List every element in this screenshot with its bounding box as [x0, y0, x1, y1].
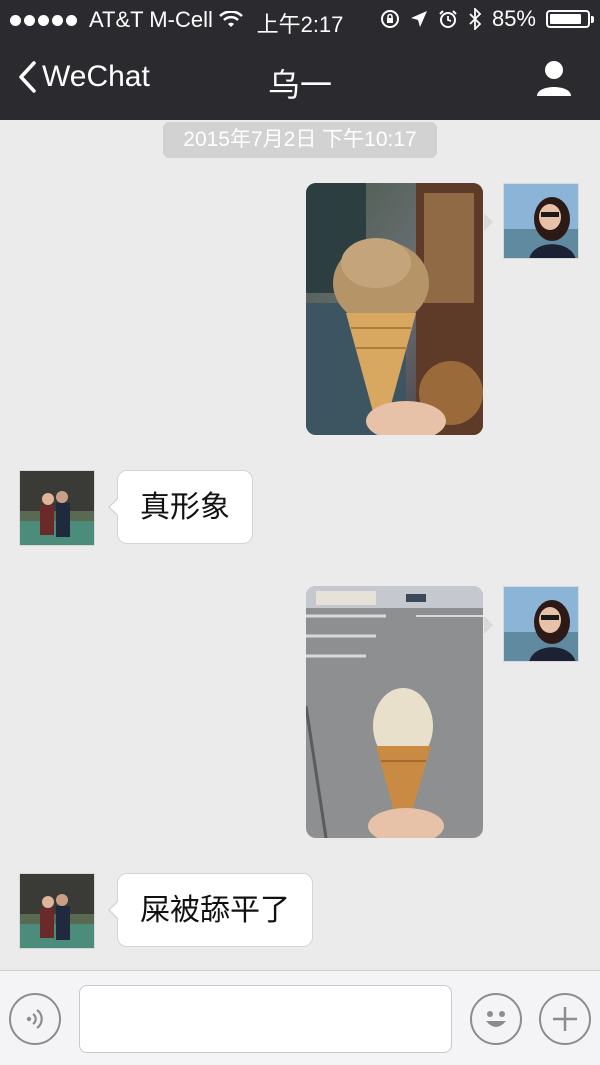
input-bar — [0, 970, 600, 1065]
bubble-tail — [484, 213, 493, 231]
navigation-bar: WeChat 乌一 — [0, 40, 600, 120]
avatar-photo — [504, 184, 578, 258]
person-icon[interactable] — [534, 58, 574, 98]
status-right: 85% — [380, 6, 594, 32]
rotation-lock-icon — [380, 10, 399, 28]
plus-icon — [553, 1007, 577, 1031]
status-bar: AT&T M-Cell 上午2:17 85% — [0, 0, 600, 40]
emoji-button[interactable] — [470, 993, 522, 1045]
received-text-message[interactable]: 屎被舔平了 — [108, 873, 313, 947]
received-text-message[interactable]: 真形象 — [108, 470, 253, 544]
message-text: 屎被舔平了 — [140, 894, 290, 927]
voice-button[interactable] — [9, 993, 61, 1045]
bubble-tail — [484, 616, 493, 634]
sent-image-message[interactable] — [306, 183, 483, 435]
contact-avatar[interactable] — [19, 470, 95, 546]
ice-cream-photo-1 — [306, 183, 483, 435]
avatar-photo — [504, 587, 578, 661]
avatar-photo — [20, 471, 94, 545]
top-bar: AT&T M-Cell 上午2:17 85% WeChat 乌一 — [0, 0, 600, 120]
my-avatar[interactable] — [503, 183, 579, 259]
avatar-photo — [20, 874, 94, 948]
message-input[interactable] — [79, 985, 452, 1053]
message-text: 真形象 — [140, 491, 230, 524]
location-icon — [410, 11, 427, 27]
contact-avatar[interactable] — [19, 873, 95, 949]
more-button[interactable] — [539, 993, 591, 1045]
message-timestamp: 2015年7月2日 下午10:17 — [163, 122, 437, 158]
sent-image-message[interactable] — [306, 586, 483, 838]
my-avatar[interactable] — [503, 586, 579, 662]
voice-icon — [26, 1009, 43, 1029]
battery-percentage: 85% — [491, 6, 536, 31]
alarm-icon — [439, 10, 457, 28]
battery-icon — [546, 10, 594, 28]
chat-messages[interactable]: 2015年7月2日 下午10:17 真形象 屎被舔平了 — [0, 120, 600, 970]
chat-title: 乌一 — [267, 67, 332, 103]
smiley-icon — [486, 1011, 506, 1027]
bluetooth-icon — [469, 8, 482, 30]
battery-level-fill — [550, 14, 581, 24]
ice-cream-photo-2 — [306, 586, 483, 838]
